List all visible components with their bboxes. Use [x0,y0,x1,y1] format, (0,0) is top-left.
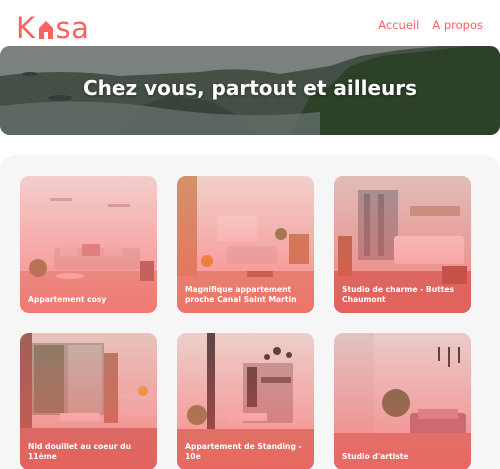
listing-card[interactable]: Studio d'artiste [334,333,471,469]
hero-banner: Chez vous, partout et ailleurs [0,46,500,135]
logo-letters-sa: sa [55,11,90,45]
logo-letter-k: K [16,11,36,45]
house-icon [38,21,53,39]
listing-card[interactable]: Studio de charme - Buttes Chaumont [334,176,471,313]
card-gradient [334,333,471,469]
listing-card[interactable]: Nid douillet au coeur du 11ème [20,333,157,469]
listings-gallery: Appartement cosy Magnifique appartement … [0,155,500,469]
listing-title: Magnifique appartement proche Canal Sain… [185,285,297,304]
card-gradient [20,176,157,313]
kasa-logo[interactable]: K sa [16,9,89,43]
nav-link-about[interactable]: A propos [432,18,483,32]
listing-title: Appartement cosy [28,295,107,304]
nav-link-home[interactable]: Accueil [378,18,419,32]
listing-title: Studio d'artiste [342,452,409,461]
listing-card[interactable]: Appartement de Standing - 10e [177,333,314,469]
listing-title: Appartement de Standing - 10e [185,442,302,461]
listing-card[interactable]: Appartement cosy [20,176,157,313]
main-nav: Accueil A propos [378,18,483,32]
listing-title: Nid douillet au coeur du 11ème [28,442,132,461]
listing-title: Studio de charme - Buttes Chaumont [342,285,455,304]
banner-title: Chez vous, partout et ailleurs [82,76,418,100]
site-header: K sa Accueil A propos [0,0,500,46]
listing-card[interactable]: Magnifique appartement proche Canal Sain… [177,176,314,313]
